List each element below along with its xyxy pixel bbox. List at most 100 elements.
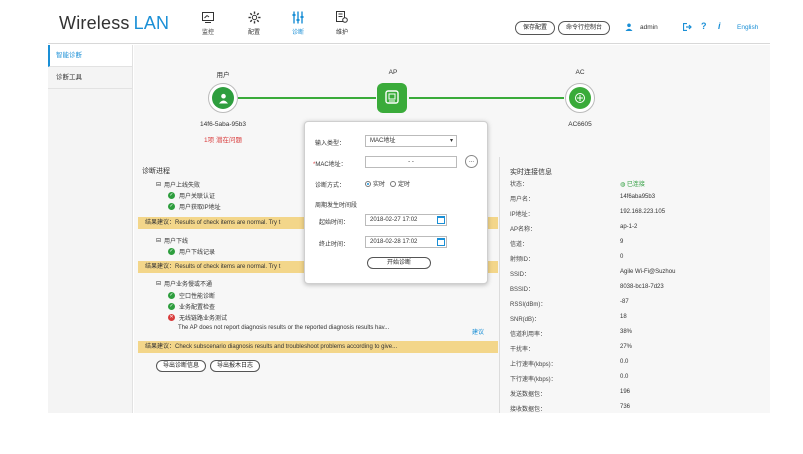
radio-label: 实时: [373, 182, 386, 188]
collapse-icon: ⊟: [156, 182, 162, 188]
input-type-select[interactable]: MAC地址 ▾: [365, 135, 457, 147]
info-value: 0.0: [620, 359, 629, 365]
username-label[interactable]: admin: [640, 24, 658, 31]
user-icon: [212, 87, 234, 109]
info-value: 27%: [620, 344, 633, 350]
check-icon: ✓: [168, 203, 175, 210]
sidebar-item-diagnosis-tools[interactable]: 诊断工具: [48, 67, 132, 89]
cli-console-button[interactable]: 命令行控制台: [558, 21, 611, 35]
info-value: 9: [620, 239, 624, 245]
tree-group-slow-service[interactable]: ⊟ 用户业务慢或不通: [156, 279, 212, 288]
export-log-button[interactable]: 导出报木日志: [210, 360, 261, 372]
info-key: 上行速率(kbps)：: [510, 362, 557, 368]
topo-ac-label: AC: [575, 69, 585, 76]
ac-switch-icon: [569, 87, 591, 109]
nav-config[interactable]: 配置: [234, 10, 274, 36]
tree-item-label: 无线链路业务测试: [179, 316, 228, 322]
topo-issue-count[interactable]: 1项 潜在问题: [193, 134, 253, 144]
error-icon: ✕: [168, 314, 175, 321]
tree-group-online-fail[interactable]: ⊟ 用户上线失败: [156, 180, 200, 189]
info-key: 信道：: [510, 242, 529, 248]
input-type-value: MAC地址: [370, 138, 396, 144]
topo-user-node[interactable]: [208, 83, 238, 113]
info-key: IP地址：: [510, 212, 534, 218]
panel-divider: [499, 157, 500, 413]
suggestion-link[interactable]: 建议: [472, 327, 484, 336]
topo-ac-name: AC6605: [568, 121, 592, 128]
tree-group-label: 用户下线: [164, 239, 189, 245]
monitor-icon: [201, 10, 215, 24]
progress-title: 诊断进程: [142, 168, 170, 175]
start-time-label: 起始时间：: [319, 220, 350, 226]
tree-item: ✕ 无线链路业务测试: [168, 313, 227, 322]
tree-group-offline[interactable]: ⊟ 用户下线: [156, 236, 188, 245]
mac-address-input[interactable]: - -: [365, 156, 457, 168]
tree-item-label: 空口性能诊断: [179, 294, 216, 300]
sidebar-item-smart-diagnosis[interactable]: 智能诊断: [48, 45, 132, 67]
tree-item: ✓ 业务配置检查: [168, 302, 215, 311]
info-value: 736: [620, 404, 631, 410]
tree-item-label: 用户获取IP地址: [179, 205, 221, 211]
export-diagnosis-button[interactable]: 导出诊断信息: [156, 360, 207, 372]
info-value: 38%: [620, 329, 633, 335]
mode-label: 诊断方式：: [315, 183, 346, 189]
brand-main-text: Wireless: [59, 13, 130, 33]
radio-dot: [390, 180, 396, 187]
info-value: 14f6aba95b3: [620, 194, 656, 200]
period-title: 周期发生时间段: [315, 203, 358, 209]
brand-logo: Wireless LAN: [59, 13, 169, 34]
info-key: 用户名：: [510, 197, 535, 203]
info-value: -87: [620, 299, 629, 305]
info-key: SNR(dB)：: [510, 317, 541, 323]
info-value: Agile Wi-Fi@Suzhou: [620, 269, 676, 275]
info-key: 射频ID：: [510, 257, 535, 263]
start-time-input[interactable]: 2018-02-27 17:02: [365, 214, 447, 226]
info-icon[interactable]: i: [718, 21, 721, 31]
input-type-label: 输入类型：: [315, 141, 346, 147]
end-time-input[interactable]: 2018-02-28 17:02: [365, 236, 447, 248]
mode-scheduled-radio[interactable]: 定时: [390, 179, 410, 188]
user-icon: [625, 23, 633, 33]
info-value: 192.168.223.105: [620, 209, 666, 215]
tree-item-label: 用户下线记录: [179, 250, 216, 256]
info-key: 信道利用率：: [510, 332, 547, 338]
nav-diagnose[interactable]: 诊断: [278, 10, 318, 36]
language-switch[interactable]: English: [737, 24, 758, 31]
info-value: 196: [620, 389, 631, 395]
collapse-icon: ⊟: [156, 281, 162, 287]
nav-maintain-label: 维护: [335, 30, 348, 36]
tree-item: ✓ 用户下线记录: [168, 247, 215, 256]
topo-ap-label: AP: [388, 69, 398, 76]
info-key: BSSID：: [510, 287, 535, 293]
info-key: 下行速率(kbps)：: [510, 377, 557, 383]
topo-ap-node[interactable]: [377, 83, 407, 113]
info-key: AP名称：: [510, 227, 537, 233]
save-config-button[interactable]: 保存配置: [515, 21, 556, 35]
topo-ac-node[interactable]: [565, 83, 595, 113]
sidebar: 智能诊断 诊断工具: [48, 45, 133, 413]
tree-item: ✓ 用户关联认证: [168, 191, 215, 200]
more-options-button[interactable]: ...: [465, 155, 478, 168]
ap-device-icon: [384, 89, 400, 107]
calendar-icon[interactable]: [437, 216, 445, 224]
nav-config-label: 配置: [247, 30, 260, 36]
info-value: ap-1-2: [620, 224, 638, 230]
radio-label: 定时: [398, 182, 411, 188]
tree-item: ✓ 用户获取IP地址: [168, 202, 221, 211]
start-diagnosis-button[interactable]: 开始诊断: [367, 257, 431, 269]
calendar-icon[interactable]: [437, 238, 445, 246]
check-icon: ✓: [168, 292, 175, 299]
help-icon[interactable]: ?: [701, 21, 707, 31]
info-value: 8038-bc18-7d23: [620, 284, 664, 290]
info-value: 18: [620, 314, 627, 320]
gear-icon: [247, 10, 261, 24]
nav-maintain[interactable]: 维护: [322, 10, 362, 36]
topo-user-label: 用户: [216, 72, 230, 79]
wrench-icon: [335, 10, 349, 24]
logout-icon[interactable]: [682, 22, 692, 33]
nav-monitor[interactable]: 监控: [188, 10, 228, 36]
check-icon: ✓: [168, 248, 175, 255]
nav-diagnose-label: 诊断: [291, 30, 304, 36]
check-icon: ✓: [168, 303, 175, 310]
mode-realtime-radio[interactable]: 实时: [365, 179, 385, 188]
